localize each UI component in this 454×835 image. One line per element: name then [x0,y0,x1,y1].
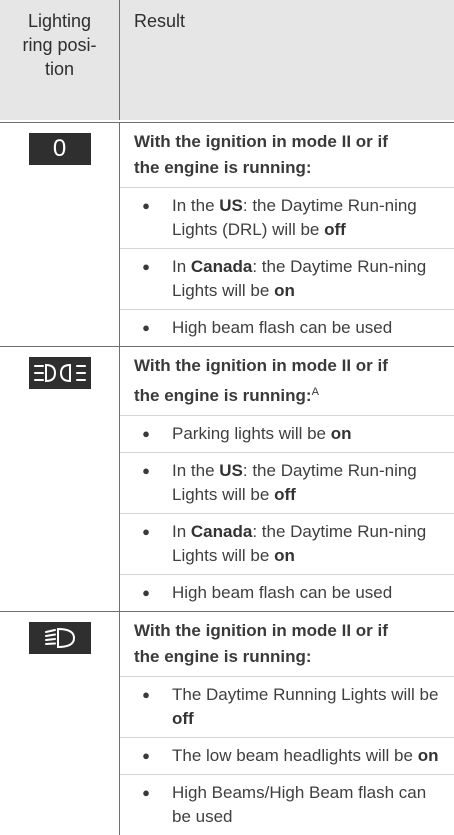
result-cell: With the ignition in mode II or if the e… [120,612,454,835]
position-cell [0,347,120,611]
footnote-marker: A [311,386,319,398]
parking-lights-badge [28,357,91,389]
list-item-text: Parking lights will be on [172,424,352,443]
list-item-text: The Daytime Running Lights will be off [172,685,439,728]
table-header-row: Lighting ring posi- tion Result [0,0,454,122]
table-row-position-0: 0 With the ignition in mode II or if the… [0,122,454,346]
table-row-low-beam: With the ignition in mode II or if the e… [0,611,454,835]
condition-line1: With the ignition in mode II or if [134,132,388,151]
list-item: ● Parking lights will be on [120,415,454,452]
list-item: ● High beam flash can be used [120,574,454,611]
bullet-icon: ● [142,426,150,441]
header-lighting-ring-position: Lighting ring posi- tion [0,0,120,120]
result-cell: With the ignition in mode II or if the e… [120,123,454,346]
header-result: Result [134,11,186,31]
header-left-line3: tion [44,59,75,79]
bullet-icon: ● [142,198,150,213]
bullet-icon: ● [142,585,150,600]
position-cell [0,612,120,835]
list-item: ● In Canada: the Daytime Run-ning Lights… [120,513,454,574]
bullet-icon: ● [142,524,150,539]
list-item-text: In Canada: the Daytime Run-ning Lights w… [172,522,427,565]
bullet-icon: ● [142,463,150,478]
condition-line2: the engine is running: [134,647,312,666]
list-item-text: High beam flash can be used [172,318,393,337]
condition-text: With the ignition in mode II or if the e… [120,347,454,415]
list-item: ● High Beams/High Beam flash can be used [120,774,454,835]
lighting-table: Lighting ring posi- tion Result 0 With t… [0,0,454,835]
low-beam-badge [28,622,91,654]
list-item-text: The low beam headlights will be on [172,746,439,765]
condition-line1: With the ignition in mode II or if [134,356,388,375]
list-item-text: In the US: the Daytime Run-ning Lights (… [172,196,417,239]
list-item: ● High beam flash can be used [120,309,454,346]
list-item: ● In Canada: the Daytime Run-ning Lights… [120,248,454,309]
condition-line1: With the ignition in mode II or if [134,621,388,640]
list-item: ● In the US: the Daytime Run-ning Lights… [120,187,454,248]
bullet-icon: ● [142,320,150,335]
bullet-icon: ● [142,748,150,763]
bullet-icon: ● [142,259,150,274]
list-item: ● The low beam headlights will be on [120,737,454,774]
condition-text: With the ignition in mode II or if the e… [120,123,454,187]
position-0-badge: 0 [28,133,91,165]
position-cell: 0 [0,123,120,346]
bullet-icon: ● [142,687,150,702]
list-item: ● The Daytime Running Lights will be off [120,676,454,737]
list-item-text: High Beams/High Beam flash can be used [172,783,427,826]
list-item-text: In the US: the Daytime Run-ning Lights w… [172,461,417,504]
list-item: ● In the US: the Daytime Run-ning Lights… [120,452,454,513]
list-item-text: High beam flash can be used [172,583,393,602]
condition-text: With the ignition in mode II or if the e… [120,612,454,676]
condition-line2: the engine is running: [134,158,312,177]
condition-line2: the engine is running: [134,386,312,405]
result-cell: With the ignition in mode II or if the e… [120,347,454,611]
list-item-text: In Canada: the Daytime Run-ning Lights w… [172,257,427,300]
parking-lights-icon [33,363,86,383]
header-left-line2: ring posi- [22,35,97,55]
header-left-line1: Lighting [27,11,92,31]
table-row-parking-lights: With the ignition in mode II or if the e… [0,346,454,611]
low-beam-icon [44,627,75,649]
bullet-icon: ● [142,785,150,800]
